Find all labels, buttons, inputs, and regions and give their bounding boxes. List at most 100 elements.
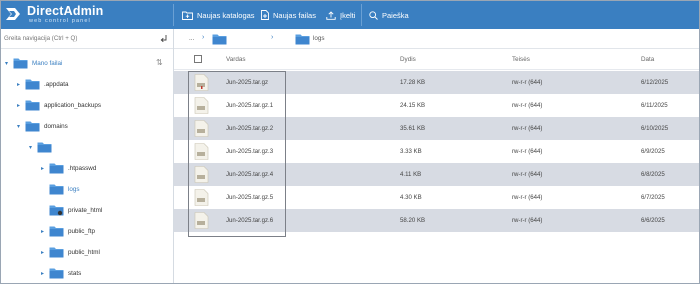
tree-item-label: domains [44, 122, 68, 130]
folder-icon [25, 121, 40, 132]
expand-arrow-icon[interactable]: ▾ [17, 123, 25, 130]
cell-perms: rw-r-r (644) [512, 217, 543, 224]
archive-file-icon [194, 120, 209, 137]
cell-perms: rw-r-r (644) [512, 102, 543, 109]
cell-date: 6/6/2025 [641, 217, 665, 224]
tree-item-private-html[interactable]: private_html [41, 202, 102, 218]
cell-name[interactable]: Jun-2025.tar.gz.1 [226, 102, 273, 109]
collapse-arrow-icon[interactable]: ▸ [17, 81, 25, 88]
table-row[interactable]: Jun-2025.tar.gz 17.28 KB rw-r-r (644) 6/12/… [174, 71, 699, 94]
tree-item-stats[interactable]: ▸ stats [41, 265, 81, 281]
cell-date: 6/12/2025 [641, 79, 669, 86]
breadcrumb-separator-icon: › [271, 34, 274, 41]
brand-name: DirectAdmin [27, 4, 104, 18]
tree-item-label: .appdata [44, 80, 69, 88]
folder-icon [25, 100, 40, 111]
tree-item-public-html[interactable]: ▸ public_html [41, 244, 100, 260]
tree-item-label: Mano failai [32, 59, 63, 67]
table-row[interactable]: Jun-2025.tar.gz.5 4.30 KB rw-r-r (644) 6/7/… [174, 186, 699, 209]
top-toolbar: DirectAdmin web control panel Naujas kat… [1, 1, 699, 29]
tree-item-label: public_ftp [68, 227, 95, 235]
archive-file-icon [194, 212, 209, 229]
table-row[interactable]: Jun-2025.tar.gz.4 4.11 KB rw-r-r (644) 6/8/… [174, 163, 699, 186]
table-row[interactable]: Jun-2025.tar.gz.3 3.33 KB rw-r-r (644) 6/9/… [174, 140, 699, 163]
collapse-arrow-icon[interactable]: ▸ [41, 228, 49, 235]
quick-navigation-bar[interactable]: Greita navigacija (Ctrl + Q) [1, 29, 173, 49]
tree-item-appdata[interactable]: ▸ .appdata [17, 76, 69, 92]
tree-item-application-backups[interactable]: ▸ application_backups [17, 97, 101, 113]
expand-arrow-icon[interactable]: ▾ [29, 144, 37, 151]
cell-perms: rw-r-r (644) [512, 125, 543, 132]
collapse-arrow-icon[interactable]: ▸ [41, 165, 49, 172]
tree-item-htpasswd[interactable]: ▸ .htpasswd [41, 160, 96, 176]
upload-button[interactable]: Įkelti [326, 8, 355, 22]
select-all-checkbox[interactable] [194, 55, 202, 63]
cell-name[interactable]: Jun-2025.tar.gz.4 [226, 171, 273, 178]
folder-icon [49, 247, 64, 258]
new-file-icon [261, 10, 269, 20]
new-file-button[interactable]: Naujas failas [261, 8, 316, 22]
folder-icon [49, 226, 64, 237]
column-name-header[interactable]: Vardas [226, 56, 245, 63]
tree-item-domain-folder[interactable]: ▾ [29, 139, 56, 155]
brand-subtitle: web control panel [29, 18, 91, 24]
collapse-arrow-icon[interactable]: ▸ [17, 102, 25, 109]
quick-navigation-input[interactable]: Greita navigacija (Ctrl + Q) [4, 35, 77, 42]
folder-icon [49, 163, 64, 174]
cell-date: 6/9/2025 [641, 148, 665, 155]
cell-size: 4.11 KB [400, 171, 422, 178]
cell-perms: rw-r-r (644) [512, 171, 543, 178]
archive-file-icon [194, 143, 209, 160]
new-folder-icon [182, 11, 193, 20]
cell-size: 58.20 KB [400, 217, 426, 224]
tree-item-mano-failai[interactable]: ▾ Mano failai ⇅ [5, 55, 163, 71]
toolbar-divider [173, 4, 174, 26]
table-row[interactable]: Jun-2025.tar.gz.2 35.61 KB rw-r-r (644) 6/1… [174, 117, 699, 140]
toolbar-divider [361, 4, 362, 26]
collapse-arrow-icon[interactable]: ▸ [41, 249, 49, 256]
breadcrumb-folder-icon[interactable] [295, 33, 310, 45]
directadmin-logo-icon [6, 8, 20, 20]
folder-icon [37, 142, 52, 153]
archive-file-icon [194, 74, 209, 91]
tree-item-label: stats [68, 269, 82, 277]
tree-item-label: logs [68, 185, 80, 193]
cell-size: 35.61 KB [400, 125, 426, 132]
cell-name[interactable]: Jun-2025.tar.gz.2 [226, 125, 273, 132]
cell-date: 6/7/2025 [641, 194, 665, 201]
upload-icon [326, 10, 336, 20]
expand-arrow-icon[interactable]: ▾ [5, 60, 13, 67]
folder-lock-icon [49, 205, 64, 216]
cell-size: 17.28 KB [400, 79, 426, 86]
go-to-path-icon[interactable] [159, 34, 169, 44]
breadcrumb-current[interactable]: logs [313, 35, 325, 42]
search-label: Paieška [382, 10, 409, 20]
cell-name[interactable]: Jun-2025.tar.gz.6 [226, 217, 273, 224]
cell-size: 24.15 KB [400, 102, 426, 109]
sort-toggle-icon[interactable]: ⇅ [156, 58, 163, 67]
cell-name[interactable]: Jun-2025.tar.gz [226, 79, 268, 86]
collapse-arrow-icon[interactable]: ▸ [41, 270, 49, 277]
file-table-header: Vardas Dydis Teisės Data [174, 50, 699, 70]
breadcrumb-folder-icon[interactable] [212, 33, 227, 45]
column-permissions-header[interactable]: Teisės [512, 56, 530, 63]
file-list-panel: ... › › logs Vardas Dydis Teisės Data Ju… [174, 29, 699, 283]
new-folder-button[interactable]: Naujas katalogas [182, 8, 255, 22]
breadcrumb: ... › › logs [174, 29, 699, 49]
tree-item-public-ftp[interactable]: ▸ public_ftp [41, 223, 95, 239]
search-button[interactable]: Paieška [369, 8, 409, 22]
brand[interactable]: DirectAdmin web control panel [5, 4, 165, 26]
cell-name[interactable]: Jun-2025.tar.gz.5 [226, 194, 273, 201]
tree-item-domains[interactable]: ▾ domains [17, 118, 68, 134]
table-row[interactable]: Jun-2025.tar.gz.1 24.15 KB rw-r-r (644) 6/1… [174, 94, 699, 117]
column-size-header[interactable]: Dydis [400, 56, 416, 63]
cell-size: 4.30 KB [400, 194, 422, 201]
tree-item-label: .htpasswd [68, 164, 97, 172]
archive-file-icon [194, 166, 209, 183]
upload-label: Įkelti [340, 10, 356, 20]
table-row[interactable]: Jun-2025.tar.gz.6 58.20 KB rw-r-r (644) 6/6… [174, 209, 699, 232]
breadcrumb-ellipsis[interactable]: ... [189, 35, 194, 42]
cell-name[interactable]: Jun-2025.tar.gz.3 [226, 148, 273, 155]
tree-item-logs[interactable]: logs [41, 181, 80, 197]
column-date-header[interactable]: Data [641, 56, 654, 63]
